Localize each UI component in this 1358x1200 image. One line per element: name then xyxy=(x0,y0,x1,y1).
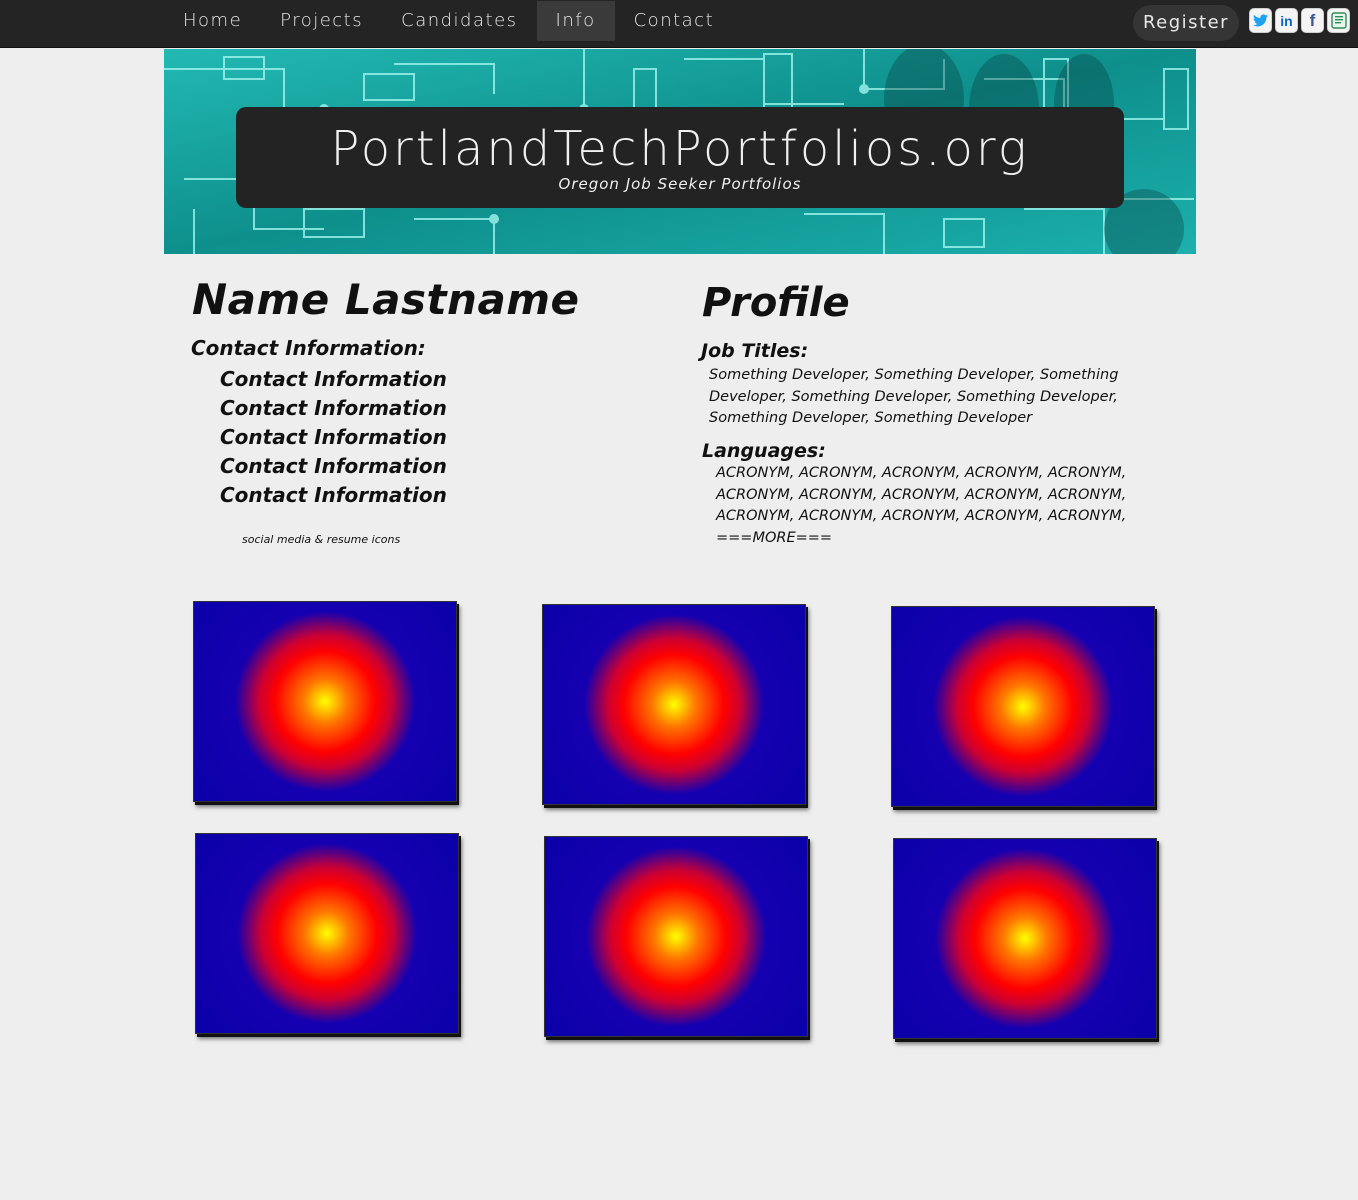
contact-line: Contact Information xyxy=(220,396,447,420)
job-titles-text: Something Developer, Something Developer… xyxy=(709,367,1119,426)
project-tile[interactable] xyxy=(544,836,808,1037)
candidate-name: Name Lastname xyxy=(192,275,580,324)
contact-line: Contact Information xyxy=(220,367,447,391)
project-tile[interactable] xyxy=(195,833,459,1034)
nav-projects[interactable]: Projects xyxy=(261,1,382,41)
contact-line: Contact Information xyxy=(220,483,447,507)
site-title-box: PortlandTechPortfolios.org Oregon Job Se… xyxy=(236,107,1124,208)
site-subtitle: Oregon Job Seeker Portfolios xyxy=(558,175,802,193)
twitter-icon[interactable] xyxy=(1249,8,1272,33)
profile-heading: Profile xyxy=(702,280,850,326)
social-links: in f xyxy=(1249,8,1350,33)
contact-line: Contact Information xyxy=(220,425,447,449)
nav-contact[interactable]: Contact xyxy=(615,1,734,41)
resume-icon[interactable] xyxy=(1327,8,1350,33)
header-banner: PortlandTechPortfolios.org Oregon Job Se… xyxy=(164,49,1196,254)
project-tile[interactable] xyxy=(893,838,1157,1039)
nav-candidates[interactable]: Candidates xyxy=(382,1,536,41)
languages-heading: Languages: xyxy=(702,440,826,462)
languages-text: ACRONYM, ACRONYM, ACRONYM, ACRONYM, ACRO… xyxy=(716,465,1127,546)
site-title[interactable]: PortlandTechPortfolios.org xyxy=(236,121,1124,177)
contact-line: Contact Information xyxy=(220,454,447,478)
nav-home[interactable]: Home xyxy=(164,1,261,41)
main-nav: Home Projects Candidates Info Contact xyxy=(164,1,733,41)
project-tile[interactable] xyxy=(193,601,457,802)
contact-list: Contact Information Contact Information … xyxy=(220,367,447,512)
nav-info[interactable]: Info xyxy=(536,1,615,41)
register-button[interactable]: Register xyxy=(1133,5,1239,41)
project-tile[interactable] xyxy=(891,606,1155,807)
job-titles-heading: Job Titles: xyxy=(701,340,809,362)
linkedin-icon[interactable]: in xyxy=(1275,8,1298,33)
social-resume-placeholder: social media & resume icons xyxy=(242,533,401,546)
facebook-icon[interactable]: f xyxy=(1301,8,1324,33)
contact-heading: Contact Information: xyxy=(191,336,426,360)
top-nav-bar: Home Projects Candidates Info Contact Re… xyxy=(0,0,1358,48)
project-tile[interactable] xyxy=(542,604,806,805)
